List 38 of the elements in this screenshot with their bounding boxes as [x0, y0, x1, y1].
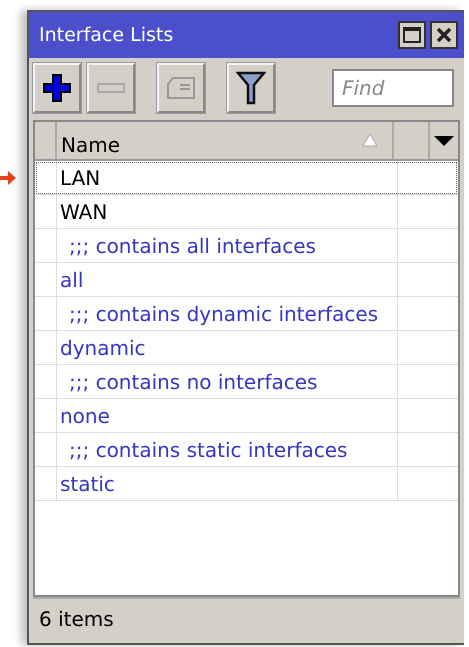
table-cell: LAN — [57, 161, 398, 194]
table-row[interactable]: WAN — [35, 195, 458, 229]
comment-text: ;;; contains no interfaces — [57, 365, 398, 398]
comment-text: ;;; contains dynamic interfaces — [57, 297, 398, 330]
table-cell: dynamic — [57, 331, 398, 364]
close-icon — [436, 27, 452, 43]
comment-button[interactable] — [157, 63, 205, 113]
table-cell: none — [57, 399, 398, 432]
filter-button[interactable] — [227, 63, 275, 113]
table-row[interactable]: dynamic — [35, 331, 458, 365]
table-row[interactable]: LAN — [35, 161, 458, 195]
comment-text: ;;; contains all interfaces — [57, 229, 398, 262]
table-row[interactable]: ;;; contains no interfaces — [35, 365, 458, 399]
window-icon — [403, 27, 421, 43]
maximize-button[interactable] — [398, 21, 426, 49]
table-row[interactable]: none — [35, 399, 458, 433]
plus-icon — [43, 74, 71, 102]
minus-icon — [97, 83, 125, 93]
table-row[interactable]: static — [35, 467, 458, 501]
table-cell: static — [57, 467, 398, 500]
find-field[interactable]: Find — [332, 69, 454, 107]
table-row[interactable]: ;;; contains static interfaces — [35, 433, 458, 467]
arrow-icon — [0, 171, 16, 185]
sort-icon — [362, 133, 378, 147]
comment-text: ;;; contains static interfaces — [57, 433, 398, 466]
table-row[interactable]: ;;; contains all interfaces — [35, 229, 458, 263]
filter-icon — [236, 71, 266, 105]
table-cell: WAN — [57, 195, 398, 228]
table-row[interactable]: all — [35, 263, 458, 297]
dropdown-icon[interactable] — [434, 136, 454, 146]
table-cell: all — [57, 263, 398, 296]
window-title: Interface Lists — [39, 24, 174, 46]
close-button[interactable] — [430, 21, 458, 49]
note-icon — [166, 76, 196, 100]
table-row[interactable]: ;;; contains dynamic interfaces — [35, 297, 458, 331]
add-button[interactable] — [33, 63, 81, 113]
status-bar: 6 items — [33, 597, 460, 639]
remove-button[interactable] — [87, 63, 135, 113]
